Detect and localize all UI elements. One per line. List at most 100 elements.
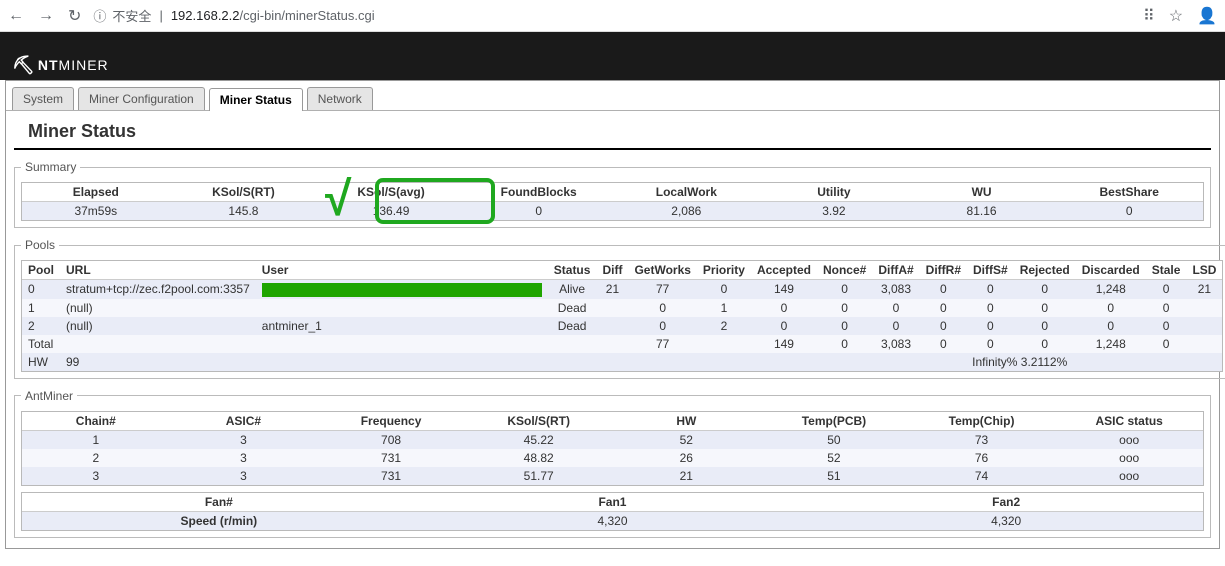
pools-cell: 0 [1014, 280, 1076, 299]
chain-cell: 50 [760, 430, 908, 449]
page-title: Miner Status [14, 111, 1211, 150]
pools-cell: 1,248 [1076, 280, 1146, 299]
back-icon[interactable]: ← [8, 7, 24, 25]
profile-icon[interactable]: 👤 [1197, 6, 1217, 26]
chain-header: Temp(PCB) [760, 412, 908, 431]
summary-cell: 81.16 [908, 202, 1056, 221]
summary-cell: 0 [465, 202, 613, 221]
pools-cell: 0 [1076, 299, 1146, 317]
chain-cell: ooo [1055, 430, 1203, 449]
app-header: ⛏ NTMINER [0, 32, 1225, 80]
pools-cell: 0 [817, 280, 872, 299]
chain-cell: 26 [613, 449, 761, 467]
forward-icon[interactable]: → [38, 7, 54, 25]
pools-legend: Pools [21, 238, 59, 252]
summary-header: BestShare [1055, 183, 1203, 202]
summary-header: KSol/S(RT) [170, 183, 318, 202]
chain-cell: 74 [908, 467, 1056, 485]
tab-network[interactable]: Network [307, 87, 373, 110]
pools-cell: 1,248 [1076, 335, 1146, 353]
chain-cell: 52 [760, 449, 908, 467]
pools-header: LSD [1186, 261, 1222, 280]
pools-cell: 0 [817, 335, 872, 353]
fan-cell: 4,320 [416, 511, 810, 530]
summary-cell: 136.49 [317, 202, 465, 221]
pools-cell: 0 [628, 299, 696, 317]
pools-cell: 0 [628, 317, 696, 335]
pools-cell [596, 299, 628, 317]
pools-cell [1186, 317, 1222, 335]
star-icon[interactable]: ☆ [1169, 6, 1183, 26]
chain-cell: 2 [22, 449, 170, 467]
chain-cell: 52 [613, 430, 761, 449]
pools-cell: 0 [1076, 317, 1146, 335]
pools-header: Rejected [1014, 261, 1076, 280]
pools-header: Priority [697, 261, 751, 280]
logo: ⛏ NTMINER [12, 56, 109, 80]
pools-cell: 0 [697, 280, 751, 299]
pools-cell [60, 335, 256, 353]
user-redacted-bar [262, 283, 542, 297]
table-row: Total7714903,0830001,2480 [22, 335, 1222, 353]
pools-cell: 0 [1146, 280, 1187, 299]
pools-cell: Dead [548, 317, 597, 335]
pools-cell [256, 299, 548, 317]
pools-cell: 0 [1014, 335, 1076, 353]
pools-header: Pool [22, 261, 60, 280]
pools-header: Nonce# [817, 261, 872, 280]
chain-cell: 45.22 [465, 430, 613, 449]
pools-cell: 149 [751, 280, 817, 299]
translate-icon[interactable]: ⠿ [1143, 6, 1155, 26]
summary-table: ElapsedKSol/S(RT)KSol/S(avg)FoundBlocksL… [22, 183, 1203, 220]
chain-header: ASIC status [1055, 412, 1203, 431]
table-row: 2(null)antminer_1Dead0200000000 [22, 317, 1222, 335]
pools-cell: 0 [920, 299, 967, 317]
pools-cell: (null) [60, 317, 256, 335]
chain-cell: 3 [22, 467, 170, 485]
pools-cell: 0 [967, 317, 1014, 335]
tab-system[interactable]: System [12, 87, 74, 110]
summary-header: FoundBlocks [465, 183, 613, 202]
chain-cell: 76 [908, 449, 1056, 467]
pools-cell: 149 [751, 335, 817, 353]
pools-cell [256, 335, 548, 353]
pools-cell: 0 [872, 317, 919, 335]
pools-cell: 1 [22, 299, 60, 317]
table-row: 0stratum+tcp://zec.f2pool.com:3357Alive2… [22, 280, 1222, 299]
chain-cell: 731 [317, 467, 465, 485]
pools-cell: 21 [1186, 280, 1222, 299]
pools-header: Diff [596, 261, 628, 280]
tab-miner-configuration[interactable]: Miner Configuration [78, 87, 205, 110]
pools-cell: 21 [596, 280, 628, 299]
pools-cell [697, 335, 751, 353]
pools-header: DiffR# [920, 261, 967, 280]
hw-value: 99 [60, 353, 256, 371]
tab-miner-status[interactable]: Miner Status [209, 88, 303, 111]
pools-cell: 0 [920, 280, 967, 299]
pools-cell: 0 [967, 280, 1014, 299]
table-row: 2373148.82265276ooo [22, 449, 1203, 467]
pools-cell: 0 [872, 299, 919, 317]
address-bar[interactable]: ⓘ 不安全 | 192.168.2.2/cgi-bin/minerStatus.… [93, 6, 1131, 25]
table-row: 1370845.22525073ooo [22, 430, 1203, 449]
pools-cell: 2 [22, 317, 60, 335]
pools-cell: 0 [751, 317, 817, 335]
chain-cell: 3 [170, 449, 318, 467]
chain-cell: ooo [1055, 467, 1203, 485]
reload-icon[interactable]: ↻ [68, 6, 81, 26]
summary-cell: 3.92 [760, 202, 908, 221]
pools-header: Stale [1146, 261, 1187, 280]
hw-label: HW [22, 353, 60, 371]
chain-header: KSol/S(RT) [465, 412, 613, 431]
chain-cell: 48.82 [465, 449, 613, 467]
table-row: 1(null)Dead0100000000 [22, 299, 1222, 317]
pools-cell: antminer_1 [256, 317, 548, 335]
pools-cell: 0 [967, 299, 1014, 317]
browser-bar: ← → ↻ ⓘ 不安全 | 192.168.2.2/cgi-bin/minerS… [0, 0, 1225, 32]
chain-cell: 21 [613, 467, 761, 485]
pools-cell [1186, 299, 1222, 317]
summary-cell: 37m59s [22, 202, 170, 221]
pools-cell [596, 335, 628, 353]
pools-cell: 0 [751, 299, 817, 317]
chain-header: Chain# [22, 412, 170, 431]
